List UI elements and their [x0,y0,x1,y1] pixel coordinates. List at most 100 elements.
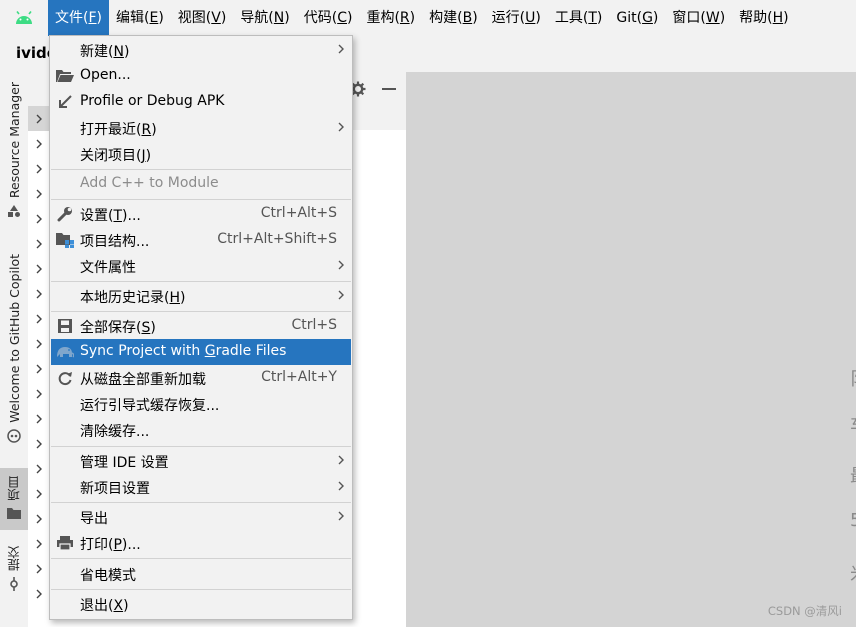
menu-code[interactable]: 代码(C) [297,0,360,36]
tab-commit[interactable]: 提交 [0,546,28,595]
tree-expand-toggle[interactable] [28,181,50,206]
tree-expand-toggle[interactable] [28,581,50,606]
menu-separator [51,199,351,200]
menu-separator [51,589,351,590]
tree-expand-toggle[interactable] [28,131,50,156]
editor-hint-char: 最 [850,462,856,488]
tree-expand-toggle[interactable] [28,431,50,456]
project-structure-icon [55,231,75,249]
chevron-right-icon [337,510,345,526]
menu-tools[interactable]: 工具(T) [548,0,610,36]
menu-item-project-structure[interactable]: 项目结构... Ctrl+Alt+Shift+S [51,227,351,253]
menu-refactor[interactable]: 重构(R) [359,0,422,36]
menu-git[interactable]: Git(G) [609,0,665,36]
tab-project[interactable]: 项目 [0,468,28,530]
menu-run[interactable]: 运行(U) [485,0,548,36]
watermark: CSDN @清风i [767,604,842,618]
tree-expand-toggle[interactable] [28,531,50,556]
chevron-right-icon [36,164,42,173]
chevron-right-icon [36,589,42,598]
menu-item-open-recent[interactable]: 打开最近(R) [51,115,351,141]
android-logo-icon[interactable] [0,0,48,36]
chevron-right-icon [36,314,42,323]
menu-item-new-project-settings[interactable]: 新项目设置 [51,474,351,500]
menu-item-export[interactable]: 导出 [51,504,351,530]
menu-window[interactable]: 窗口(W) [665,0,732,36]
editor-area: 阝 车 最 5 米 CSDN @清风i [406,72,856,627]
menu-separator [51,281,351,282]
menu-item-settings[interactable]: 设置(T)... Ctrl+Alt+S [51,201,351,227]
commit-icon [7,577,21,595]
tree-expand-toggle[interactable] [28,156,50,181]
menu-item-profile-apk[interactable]: Profile or Debug APK [51,89,351,115]
editor-hint-char: 5 [850,510,856,531]
file-menu-dropdown: 新建(N) Open... Profile or Debug APK 打开最近(… [49,35,353,620]
menu-item-power-save[interactable]: 省电模式 [51,561,351,587]
menu-separator [51,311,351,312]
chevron-right-icon [36,414,42,423]
menu-help[interactable]: 帮助(H) [732,0,795,36]
editor-hint-char: 米 [850,560,856,586]
chevron-right-icon [36,139,42,148]
menu-item-reload-from-disk[interactable]: 从磁盘全部重新加载 Ctrl+Alt+Y [51,365,351,391]
tree-expand-toggle[interactable] [28,256,50,281]
tree-expand-toggle[interactable] [28,306,50,331]
menu-separator [51,502,351,503]
chevron-right-icon [36,189,42,198]
menu-build[interactable]: 构建(B) [422,0,485,36]
chevron-right-icon [337,259,345,275]
shapes-icon [7,204,21,222]
tab-resource-manager[interactable]: Resource Manager [0,82,28,222]
copilot-icon [7,429,21,447]
tree-expand-toggle[interactable] [28,381,50,406]
tab-commit-label: 提交 [6,546,22,571]
menu-navigate[interactable]: 导航(N) [233,0,296,36]
editor-hint-char: 阝 [850,365,856,391]
menubar: 文件(F) 编辑(E) 视图(V) 导航(N) 代码(C) 重构(R) 构建(B… [0,0,856,36]
chevron-right-icon [36,289,42,298]
menu-edit[interactable]: 编辑(E) [109,0,171,36]
menu-item-invalidate-caches[interactable]: 清除缓存... [51,417,351,443]
menu-item-save-all[interactable]: 全部保存(S) Ctrl+S [51,313,351,339]
tree-expand-toggle[interactable] [28,281,50,306]
chevron-right-icon [337,480,345,496]
menu-item-close-project[interactable]: 关闭项目(J) [51,141,351,167]
tree-expand-toggle[interactable] [28,356,50,381]
menu-item-file-properties[interactable]: 文件属性 [51,253,351,279]
menu-item-print[interactable]: 打印(P)... [51,530,351,556]
tab-project-label: 项目 [6,475,22,501]
chevron-right-icon [36,364,42,373]
printer-icon [55,534,75,552]
wrench-icon [55,205,75,223]
tab-github-copilot[interactable]: Welcome to GitHub Copilot [0,254,28,447]
arrow-down-left-icon [55,93,75,111]
minimize-icon[interactable] [382,88,396,90]
chevron-right-icon [36,239,42,248]
shortcut-label: Ctrl+Alt+Y [261,369,337,385]
menu-item-repair-ide[interactable]: 运行引导式缓存恢复... [51,391,351,417]
menu-item-sync-gradle[interactable]: Sync Project with Gradle Files [51,339,351,365]
tree-expand-toggle[interactable] [28,206,50,231]
chevron-right-icon [337,289,345,305]
tree-expand-toggle[interactable] [28,556,50,581]
menu-file[interactable]: 文件(F) [48,0,109,36]
tree-expand-toggle[interactable] [28,406,50,431]
tree-expand-toggle[interactable] [28,506,50,531]
tree-expand-toggle[interactable] [28,231,50,256]
refresh-icon [55,369,75,387]
chevron-right-icon [337,454,345,470]
menu-item-manage-ide-settings[interactable]: 管理 IDE 设置 [51,448,351,474]
menu-item-new[interactable]: 新建(N) [51,37,351,63]
folder-open-icon [55,67,75,85]
menu-item-local-history[interactable]: 本地历史记录(H) [51,283,351,309]
gradle-elephant-icon [55,343,75,361]
chevron-right-icon [36,464,42,473]
tree-expand-toggle[interactable] [28,106,50,131]
menu-item-open[interactable]: Open... [51,63,351,89]
menu-item-exit[interactable]: 退出(X) [51,591,351,617]
tree-expand-toggle[interactable] [28,456,50,481]
tree-expand-toggle[interactable] [28,331,50,356]
menu-view[interactable]: 视图(V) [171,0,234,36]
chevron-right-icon [36,339,42,348]
tree-expand-toggle[interactable] [28,481,50,506]
